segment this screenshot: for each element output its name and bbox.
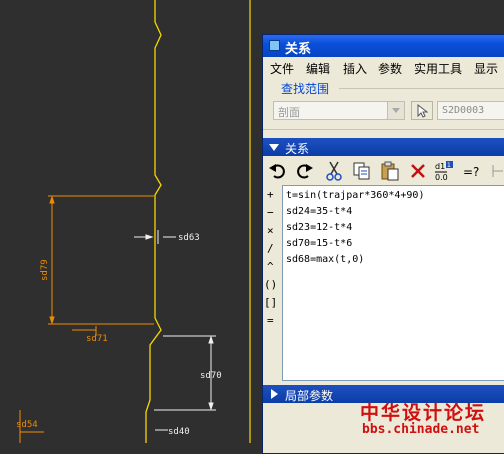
dimension-sd71-label: sd71 [86,334,108,344]
operator-power[interactable]: ^ [267,260,274,273]
evaluate-icon[interactable]: d1 1 0.0 [433,160,455,182]
scope-select-value: 剖面 [278,106,300,119]
expand-arrow-icon [271,389,278,399]
selection-field-value: S2D0003 [442,105,485,116]
redo-icon[interactable] [293,160,315,182]
group-divider [339,88,504,89]
operator-divide[interactable]: / [267,242,274,255]
dimension-sd70-label: sd70 [200,371,222,381]
select-pointer-button[interactable] [411,101,433,120]
dimension-sd79-label: sd79 [40,259,50,281]
menu-insert[interactable]: 插入 [343,60,367,77]
svg-text:=?: =? [463,165,479,179]
copy-icon[interactable] [351,160,373,182]
menu-params[interactable]: 参数 [378,60,402,77]
search-scope-label: 查找范围 [281,82,330,96]
profile-curve [145,0,162,443]
relation-line[interactable]: sd68=max(t,0) [286,254,364,265]
watermark-url: bbs.chinade.net [362,422,480,437]
watermark-logo: 中华设计论坛 [360,402,487,424]
cursor-arrow-icon [417,104,428,118]
selection-field[interactable]: S2D0003 [437,101,504,120]
operator-minus[interactable]: − [267,206,274,219]
operator-parens[interactable]: () [264,278,277,291]
menu-display[interactable]: 显示 [474,60,498,77]
dimension-sd54-label: sd54 [16,420,38,430]
relations-section-label: 关系 [285,142,310,156]
relation-line[interactable]: t=sin(trajpar*360*4+90) [286,190,424,201]
relation-line[interactable]: sd24=35-t*4 [286,206,352,217]
relations-window[interactable]: 关系 文件 编辑 插入 参数 实用工具 显示 查找范围 剖面 S2D0003 关… [262,34,504,454]
collapse-arrow-icon [269,144,279,151]
delete-icon[interactable] [407,160,429,182]
svg-text:1: 1 [447,162,451,169]
local-params-section-label: 局部参数 [285,389,334,403]
relations-section-header[interactable]: 关系 [263,138,504,156]
chevron-down-icon[interactable] [387,102,404,119]
paste-icon[interactable] [379,160,401,182]
svg-text:d1: d1 [435,162,445,171]
sort-icon[interactable] [489,160,504,182]
operator-column: + − × / ^ () [] = [263,185,281,381]
operator-equals[interactable]: = [267,314,274,327]
window-title: 关系 [285,42,312,57]
menu-edit[interactable]: 编辑 [306,60,330,77]
operator-plus[interactable]: + [267,188,274,201]
app-window-icon [269,40,280,51]
window-titlebar[interactable]: 关系 [263,35,504,57]
scope-select[interactable]: 剖面 [273,101,405,120]
operator-brackets[interactable]: [] [264,296,277,309]
cut-icon[interactable] [323,160,345,182]
dimension-sd63-label: sd63 [178,233,200,243]
relations-toolbar: d1 1 0.0 =? [263,157,504,185]
section-divider [263,129,504,130]
relation-line[interactable]: sd70=15-t*6 [286,238,352,249]
dimension-sd40-label: sd40 [168,427,190,437]
undo-icon[interactable] [267,160,289,182]
dimension-sd79[interactable] [48,195,154,325]
menu-bar: 文件 编辑 插入 参数 实用工具 显示 [263,57,504,77]
verify-icon[interactable]: =? [461,160,483,182]
menu-file[interactable]: 文件 [270,60,294,77]
relation-line[interactable]: sd23=12-t*4 [286,222,352,233]
relations-editor[interactable]: t=sin(trajpar*360*4+90) sd24=35-t*4 sd23… [282,185,504,381]
menu-utilities[interactable]: 实用工具 [414,60,462,77]
operator-multiply[interactable]: × [267,224,274,237]
svg-text:0.0: 0.0 [435,173,448,182]
